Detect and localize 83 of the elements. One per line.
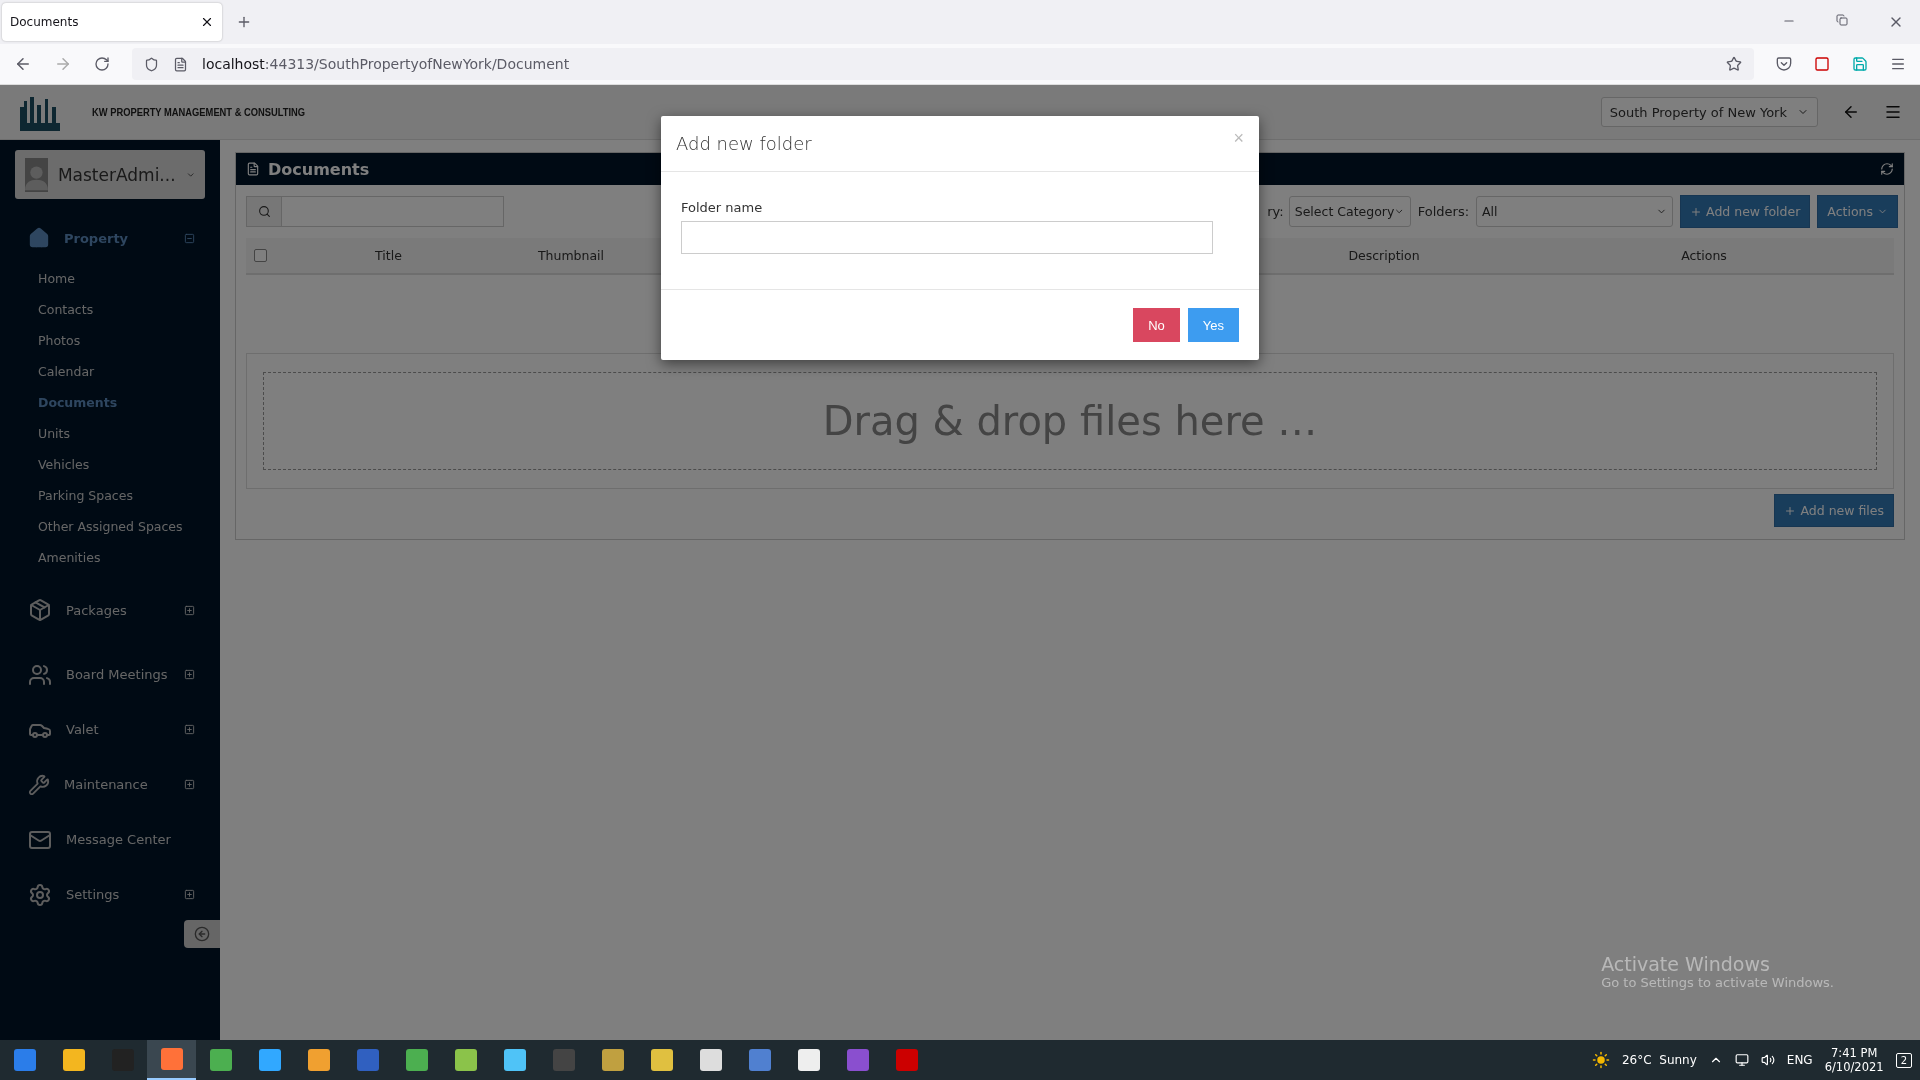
user-menu[interactable]: MasterAdmi...: [15, 150, 205, 199]
box-icon: [28, 598, 52, 622]
brand-name: KW PROPERTY MANAGEMENT & CONSULTING: [92, 106, 306, 118]
dropzone[interactable]: Drag & drop files here …: [263, 372, 1877, 470]
notification-badge[interactable]: 2: [1895, 1052, 1912, 1068]
sidebar-item[interactable]: Other Assigned Spaces: [0, 511, 220, 542]
expand-icon[interactable]: [184, 779, 195, 790]
sidebar-section[interactable]: Message Center: [0, 812, 220, 867]
sidebar-section[interactable]: Maintenance: [0, 757, 220, 812]
document-icon: [246, 162, 260, 176]
sidebar-item[interactable]: Documents: [0, 387, 220, 418]
sidebar-item[interactable]: Amenities: [0, 542, 220, 573]
sidebar-item[interactable]: Contacts: [0, 294, 220, 325]
back-icon[interactable]: [14, 55, 32, 73]
gear-icon: [28, 882, 52, 907]
property-select[interactable]: South Property of New York: [1600, 97, 1818, 127]
sidebar-item[interactable]: Vehicles: [0, 449, 220, 480]
sidebar-section[interactable]: Property: [0, 213, 220, 263]
wrench-icon: [28, 773, 50, 796]
sidebar-item[interactable]: Units: [0, 418, 220, 449]
collapse-sidebar-button[interactable]: [184, 920, 220, 948]
plus-icon: [1690, 205, 1703, 218]
shield-icon: [144, 56, 159, 72]
volume-icon[interactable]: [1760, 1053, 1775, 1067]
star-icon[interactable]: [1726, 56, 1742, 72]
menu-icon[interactable]: [1884, 103, 1902, 121]
clock[interactable]: 7:41 PM 6/10/2021: [1824, 1046, 1884, 1074]
column-header: Description: [1348, 248, 1420, 263]
arrow-left-icon: [194, 926, 210, 942]
dialog-title: Add new folder: [676, 133, 812, 154]
sidebar-section[interactable]: Board Meetings: [0, 647, 220, 702]
add-folder-button[interactable]: Add new folder: [1680, 195, 1811, 228]
search-field[interactable]: [246, 196, 504, 227]
menu-icon[interactable]: [1890, 56, 1906, 72]
activation-title: Activate Windows: [1601, 953, 1771, 975]
activation-text: Go to Settings to activate Windows.: [1601, 975, 1834, 990]
category-select[interactable]: Select Category: [1288, 196, 1411, 227]
column-header: Actions: [1681, 248, 1727, 263]
expand-icon[interactable]: [184, 604, 195, 616]
pocket-icon[interactable]: [1776, 56, 1792, 72]
category-label: ry:: [1267, 204, 1284, 219]
column-header: Thumbnail: [537, 248, 605, 263]
avatar-icon: [25, 157, 48, 192]
page-icon: [173, 56, 188, 72]
sidebar-item[interactable]: Calendar: [0, 356, 220, 387]
select-all-checkbox[interactable]: [254, 249, 267, 262]
reload-icon[interactable]: [94, 56, 110, 72]
folders-label: Folders:: [1417, 204, 1470, 219]
expand-icon[interactable]: [184, 724, 195, 735]
close-button[interactable]: ×: [1233, 128, 1244, 149]
url-text: localhost:44313/SouthPropertyofNewYork/Document: [202, 56, 570, 72]
save-icon[interactable]: [1852, 56, 1868, 72]
new-tab-icon[interactable]: [236, 14, 252, 30]
column-header: Title: [375, 248, 402, 263]
folders-select[interactable]: All: [1476, 196, 1674, 227]
panel-title: Documents: [268, 159, 371, 179]
network-icon[interactable]: [1734, 1053, 1749, 1067]
field-label: Folder name: [681, 200, 764, 215]
home-icon: [28, 227, 50, 249]
sidebar-section[interactable]: Packages: [0, 573, 220, 647]
folder-name-field[interactable]: [681, 221, 1213, 254]
sidebar-item[interactable]: Parking Spaces: [0, 480, 220, 511]
refresh-icon[interactable]: [1880, 162, 1894, 176]
sidebar-item[interactable]: Home: [0, 263, 220, 294]
dialog-button[interactable]: No: [1133, 308, 1180, 342]
sidebar-item[interactable]: Photos: [0, 325, 220, 356]
extension-icon[interactable]: [1814, 56, 1830, 72]
dialog-button[interactable]: Yes: [1187, 308, 1239, 342]
language-indicator[interactable]: ENG: [1786, 1053, 1813, 1067]
close-icon[interactable]: [200, 15, 214, 29]
weather-text[interactable]: 26°C Sunny: [1622, 1053, 1697, 1067]
sidebar-section[interactable]: Valet: [0, 702, 220, 757]
sun-icon: [1592, 1051, 1610, 1069]
browser-tab[interactable]: Documents: [2, 3, 222, 41]
add-files-button[interactable]: Add new files: [1774, 494, 1894, 527]
address-bar[interactable]: localhost:44313/SouthPropertyofNewYork/Document: [132, 48, 1754, 80]
app-icon[interactable]: [147, 1040, 196, 1080]
expand-icon[interactable]: [184, 669, 195, 680]
actions-button[interactable]: Actions: [1817, 195, 1898, 228]
expand-icon[interactable]: [184, 889, 195, 900]
people-icon: [28, 662, 52, 687]
plus-icon: [1784, 504, 1797, 517]
search-icon: [257, 205, 271, 218]
